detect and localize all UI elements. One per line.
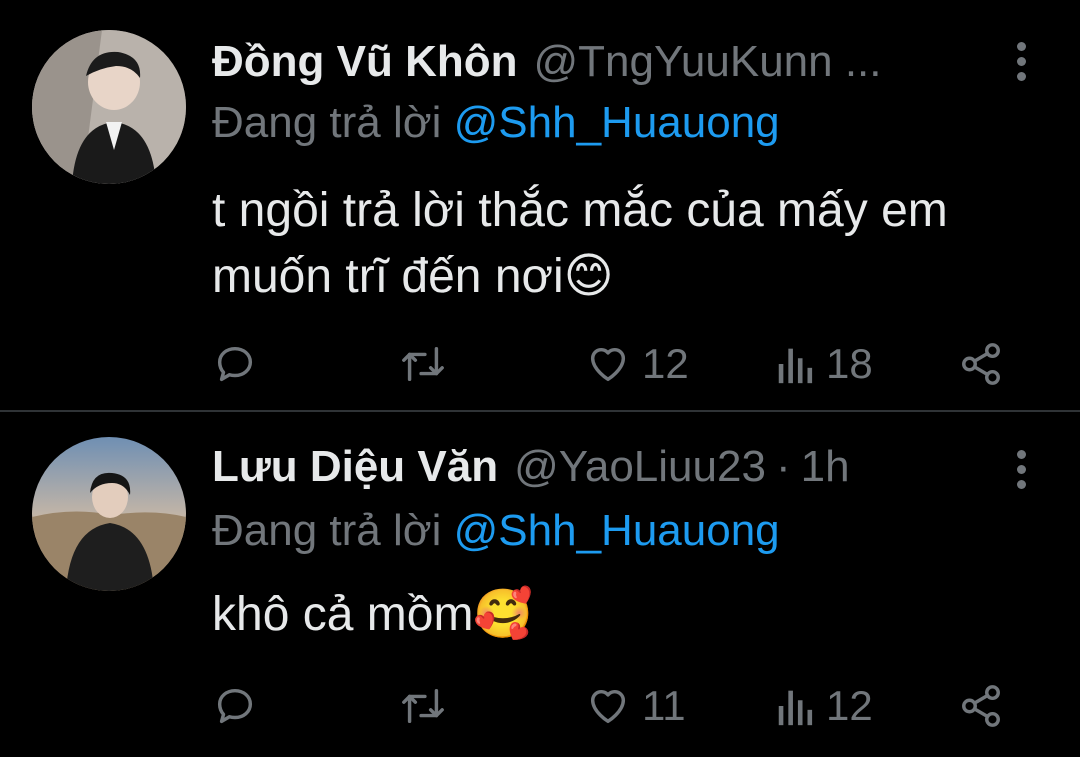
tweet-text: khô cả mồm🥰 [212, 588, 534, 641]
separator-dot: · [775, 442, 791, 491]
tweet-header: Lưu Diệu Văn @YaoLiuu23 · 1h [212, 437, 1020, 497]
heart-icon [590, 689, 626, 724]
avatar[interactable] [32, 437, 186, 591]
timestamp[interactable]: 1h [801, 442, 850, 492]
retweet-icon [402, 688, 444, 724]
more-icon[interactable] [1014, 450, 1028, 490]
reply-prefix: Đang trả lời [212, 506, 442, 555]
view-count: 12 [826, 682, 873, 729]
share-button[interactable] [958, 676, 1004, 736]
share-icon [962, 685, 1000, 727]
like-button[interactable]: 11 [584, 676, 686, 736]
tweet-2[interactable]: Lưu Diệu Văn @YaoLiuu23 · 1h Đang trả lờ… [0, 0, 1080, 757]
author-name[interactable]: Lưu Diệu Văn [212, 442, 498, 492]
like-count: 11 [642, 682, 686, 729]
reply-mention[interactable]: @Shh_Huauong [454, 506, 780, 555]
views-button[interactable]: 12 [776, 676, 873, 736]
reply-icon [217, 688, 253, 724]
views-icon [778, 690, 813, 726]
retweet-button[interactable] [398, 676, 448, 736]
reply-button[interactable] [212, 676, 258, 736]
action-bar: 11 12 [212, 676, 1012, 736]
replying-to: Đang trả lời @Shh_Huauong [212, 506, 780, 556]
author-handle[interactable]: @YaoLiuu23 [514, 442, 766, 492]
